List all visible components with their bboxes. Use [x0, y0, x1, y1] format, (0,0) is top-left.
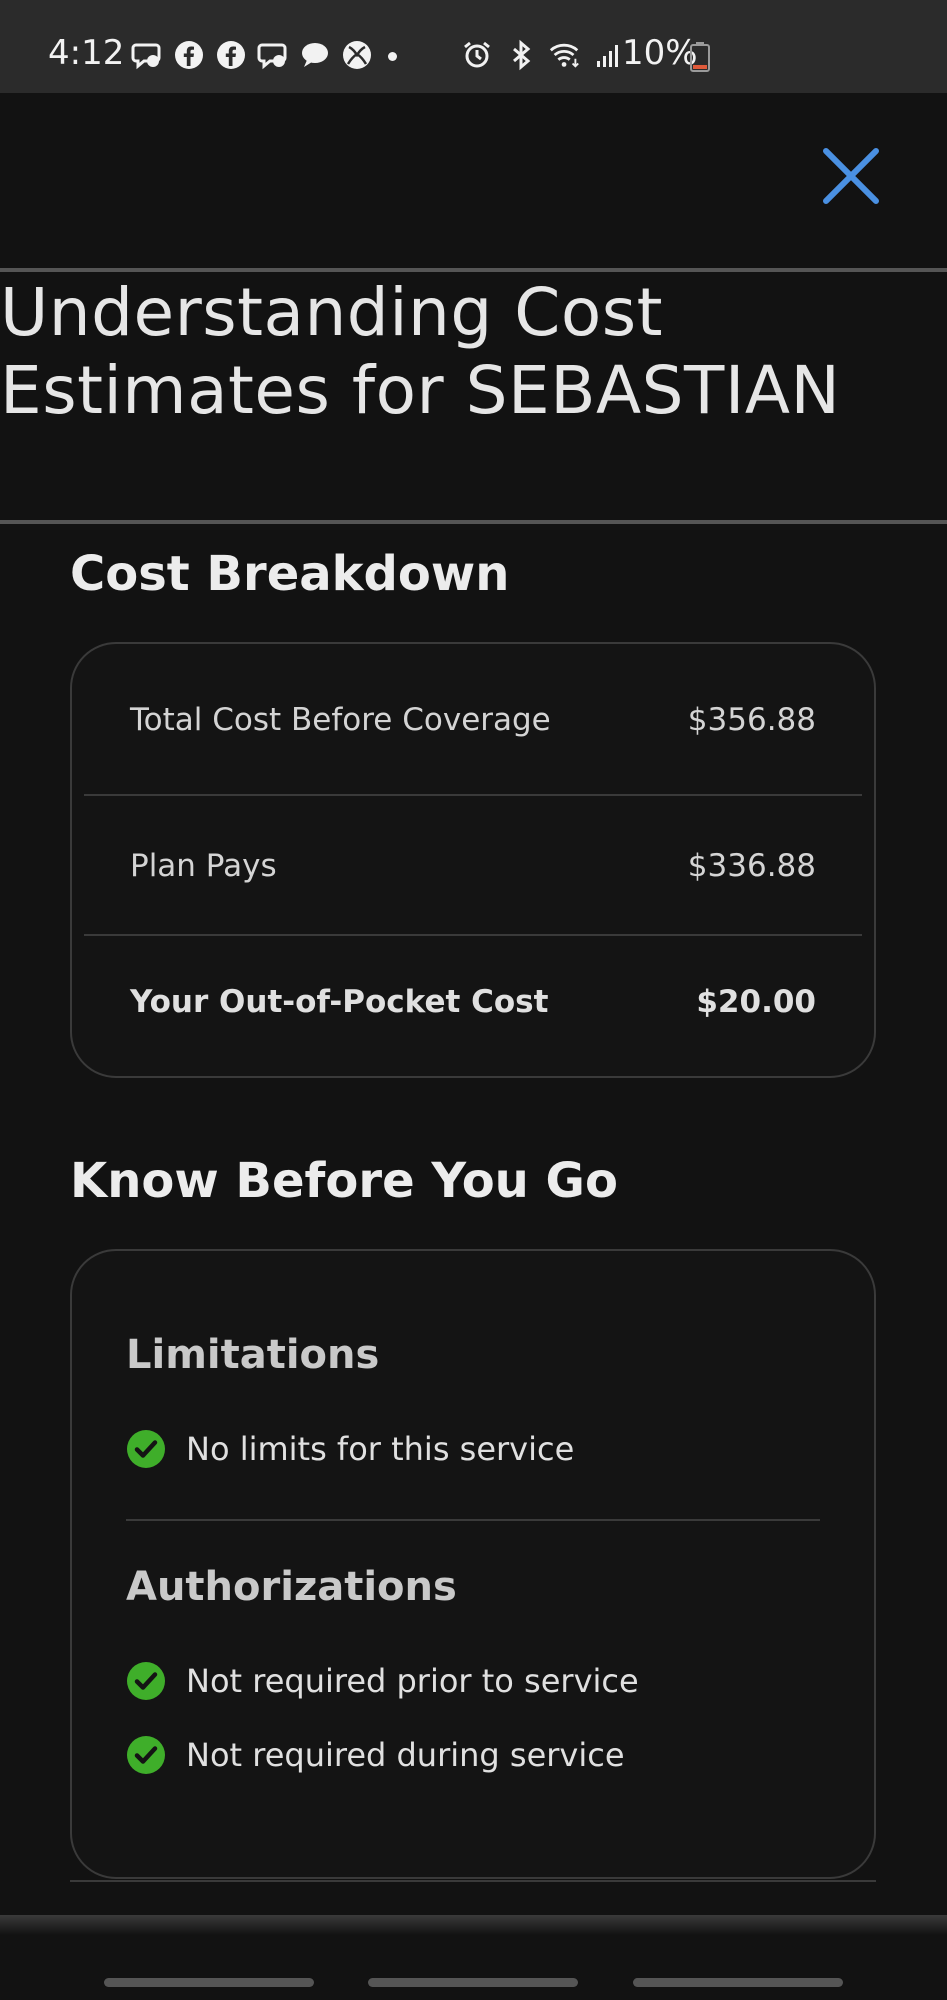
content-bottom-divider [70, 1880, 876, 1882]
facebook-icon [172, 38, 206, 72]
header-divider [0, 268, 947, 272]
chat-bubble-icon [130, 38, 164, 72]
chat-bubble-icon [256, 38, 290, 72]
cost-label: Plan Pays [130, 848, 277, 884]
know-before-heading: Know Before You Go [70, 1153, 618, 1209]
close-button[interactable] [818, 143, 884, 209]
status-time: 4:12 [48, 33, 125, 73]
cost-value: $20.00 [696, 984, 816, 1020]
authorization-text: Not required during service [186, 1736, 625, 1774]
xbox-icon [340, 38, 374, 72]
authorization-text: Not required prior to service [186, 1662, 639, 1700]
battery-icon [690, 42, 710, 72]
cost-label: Total Cost Before Coverage [130, 702, 551, 738]
know-before-card: Limitations No limits for this service A… [70, 1249, 876, 1879]
title-divider [0, 520, 947, 524]
authorization-item: Not required prior to service [126, 1661, 639, 1701]
status-bar: 4:12 10% [0, 0, 947, 93]
signal-icon [592, 38, 626, 72]
wifi-icon [548, 38, 582, 72]
check-circle-icon [127, 1736, 165, 1774]
cost-label: Your Out-of-Pocket Cost [130, 984, 549, 1020]
more-notifications-dot [388, 52, 397, 61]
message-icon [298, 38, 332, 72]
facebook-icon [214, 38, 248, 72]
cost-value: $356.88 [687, 702, 816, 738]
nav-recent-apps-button[interactable] [104, 1978, 314, 1987]
cost-breakdown-card: Total Cost Before Coverage $356.88 Plan … [70, 642, 876, 1078]
nav-shadow [0, 1915, 947, 1935]
limitations-heading: Limitations [126, 1332, 380, 1378]
nav-back-button[interactable] [633, 1978, 843, 1987]
authorizations-heading: Authorizations [126, 1564, 457, 1610]
section-divider [126, 1519, 820, 1521]
check-circle-icon [127, 1662, 165, 1700]
close-icon [823, 148, 879, 204]
navigation-bar [0, 1935, 947, 2000]
authorization-item: Not required during service [126, 1735, 625, 1775]
cost-row-total: Total Cost Before Coverage $356.88 [84, 644, 862, 796]
cost-breakdown-heading: Cost Breakdown [70, 546, 510, 602]
system-icons [460, 38, 626, 72]
limitation-item: No limits for this service [126, 1429, 574, 1469]
battery-percent: 10% [622, 33, 698, 73]
bluetooth-icon [504, 38, 538, 72]
nav-home-button[interactable] [368, 1978, 578, 1987]
cost-row-plan-pays: Plan Pays $336.88 [84, 796, 862, 936]
page-title: Understanding Cost Estimates for SEBASTI… [0, 274, 841, 429]
cost-row-out-of-pocket: Your Out-of-Pocket Cost $20.00 [84, 936, 862, 1068]
check-circle-icon [127, 1430, 165, 1468]
notification-icons [130, 38, 374, 72]
limitation-text: No limits for this service [186, 1430, 575, 1468]
alarm-icon [460, 38, 494, 72]
cost-value: $336.88 [687, 848, 816, 884]
